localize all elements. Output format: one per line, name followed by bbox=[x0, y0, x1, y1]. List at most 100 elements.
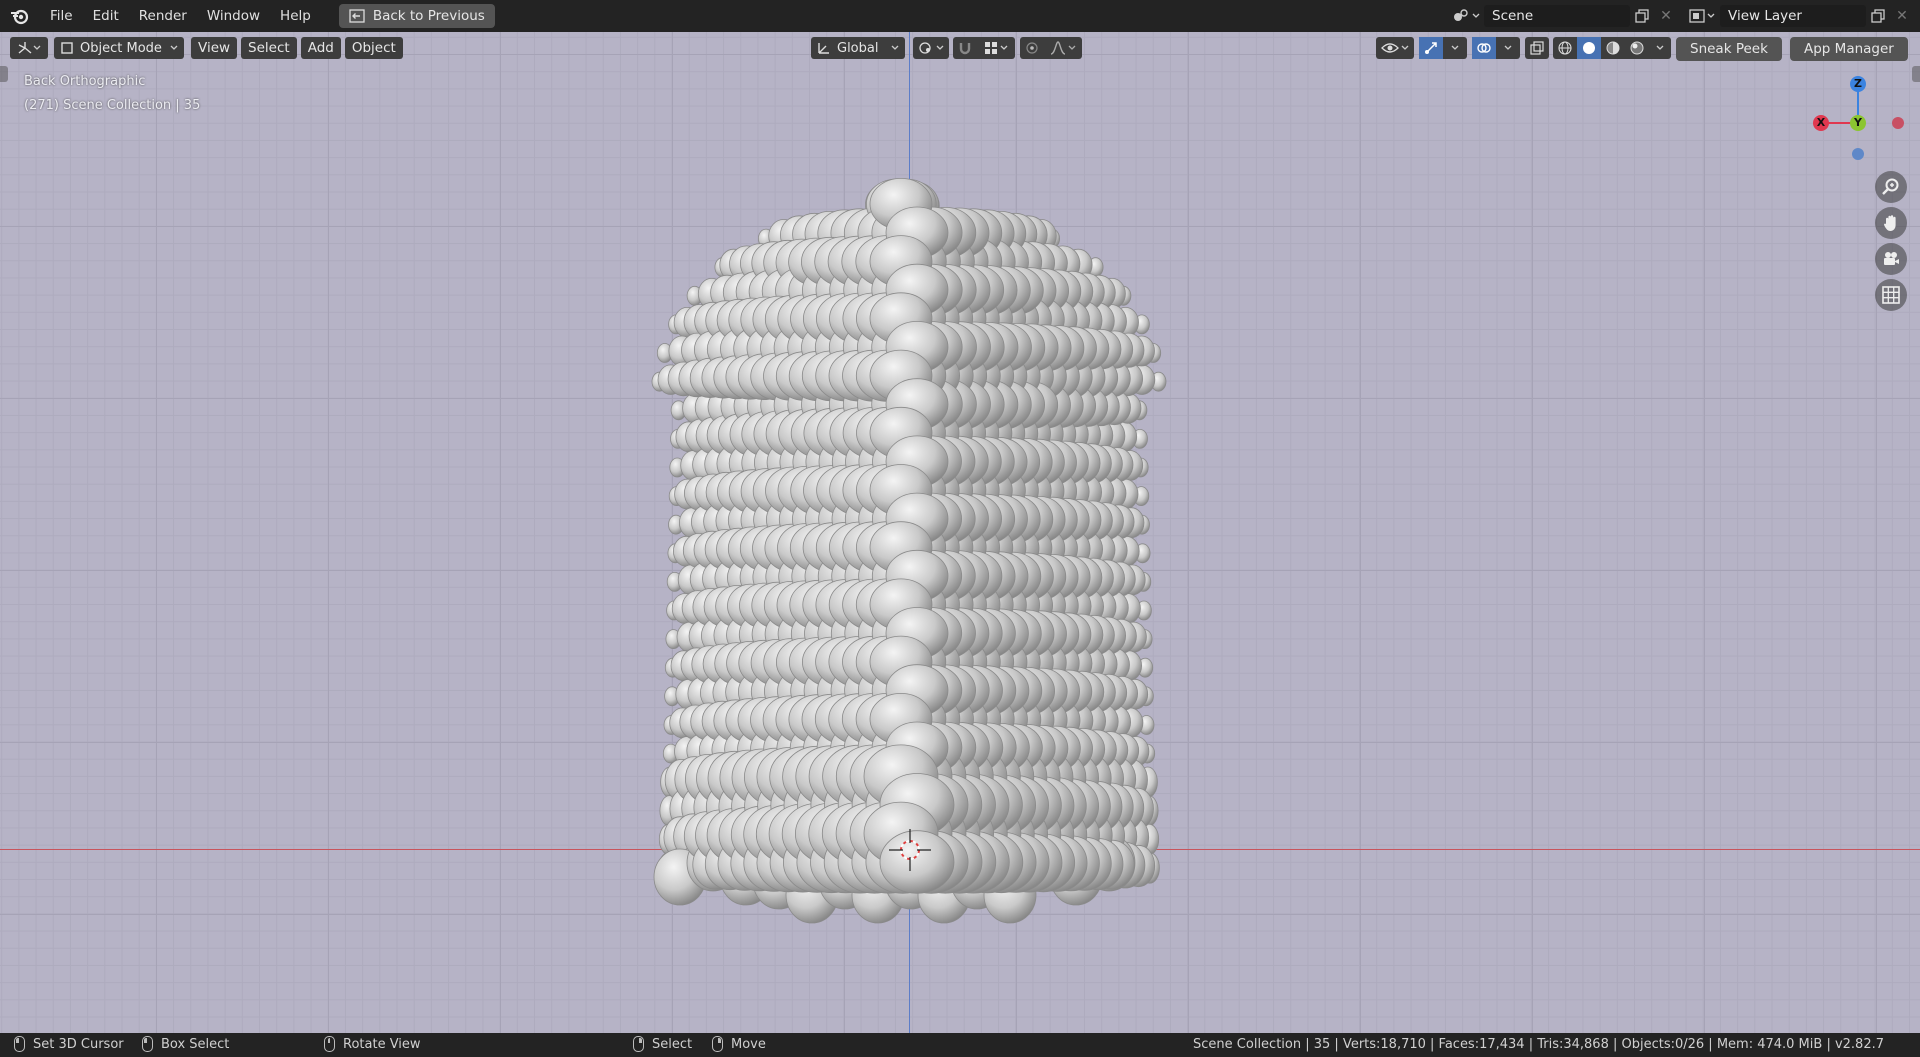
material-sphere-icon bbox=[1606, 41, 1620, 55]
close-icon: ✕ bbox=[1896, 8, 1908, 24]
proportional-edit-group bbox=[1020, 37, 1082, 59]
toggle-ortho-button[interactable] bbox=[1875, 279, 1907, 311]
transform-orientation-dropdown[interactable]: Global bbox=[811, 37, 905, 59]
chevron-down-icon bbox=[1504, 45, 1512, 50]
menu-window[interactable]: Window bbox=[197, 4, 270, 28]
material-preview-button[interactable] bbox=[1601, 37, 1625, 59]
snap-grid-icon bbox=[985, 42, 997, 54]
mode-dropdown[interactable]: Object Mode bbox=[54, 37, 184, 59]
wireframe-shading-button[interactable] bbox=[1553, 37, 1577, 59]
gizmo-y-axis[interactable]: Y bbox=[1850, 115, 1866, 131]
new-view-layer-button[interactable] bbox=[1866, 5, 1890, 27]
chevron-down-icon bbox=[1000, 45, 1008, 50]
shading-group bbox=[1553, 37, 1671, 59]
delete-scene-button[interactable]: ✕ bbox=[1654, 5, 1678, 27]
proportional-edit-icon bbox=[1026, 42, 1038, 54]
pan-view-button[interactable] bbox=[1875, 207, 1907, 239]
scene-selector-dropdown[interactable] bbox=[1448, 4, 1484, 28]
scene-name-field[interactable]: Scene bbox=[1484, 5, 1630, 27]
back-to-previous-label: Back to Previous bbox=[372, 8, 485, 24]
mouse-left-icon bbox=[14, 1036, 25, 1052]
camera-view-button[interactable] bbox=[1875, 243, 1907, 275]
object-menu[interactable]: Object bbox=[344, 37, 403, 59]
wireframe-sphere-icon bbox=[1558, 41, 1572, 55]
gizmo-group bbox=[1419, 37, 1467, 59]
overlay-group bbox=[1472, 37, 1520, 59]
new-scene-button[interactable] bbox=[1630, 5, 1654, 27]
toolbar-region-toggle[interactable] bbox=[0, 66, 8, 82]
menu-render[interactable]: Render bbox=[129, 4, 197, 28]
select-menu[interactable]: Select bbox=[241, 37, 297, 59]
menu-file[interactable]: File bbox=[40, 4, 83, 28]
chevron-down-icon bbox=[1707, 13, 1715, 18]
snap-toggle[interactable] bbox=[953, 37, 977, 59]
solid-shading-button[interactable] bbox=[1577, 37, 1601, 59]
xray-group bbox=[1525, 37, 1549, 59]
viewport-header: Object Mode View Select Add Object Globa… bbox=[0, 32, 1920, 64]
sneak-peek-button[interactable]: Sneak Peek bbox=[1676, 37, 1782, 61]
menu-help[interactable]: Help bbox=[270, 4, 321, 28]
pivot-icon bbox=[919, 42, 931, 54]
mouse-middle-icon bbox=[324, 1036, 335, 1052]
zoom-view-button[interactable] bbox=[1875, 171, 1907, 203]
close-icon: ✕ bbox=[1660, 8, 1672, 24]
chevron-down-icon bbox=[33, 45, 41, 50]
overlay-icon bbox=[1477, 43, 1491, 53]
gizmo-icon bbox=[1425, 42, 1437, 54]
menu-edit[interactable]: Edit bbox=[83, 4, 129, 28]
camera-icon bbox=[1884, 252, 1899, 265]
back-to-previous-button[interactable]: Back to Previous bbox=[338, 4, 495, 28]
gizmo-x-axis[interactable]: X bbox=[1813, 115, 1829, 131]
sidebar-region-toggle[interactable] bbox=[1912, 66, 1920, 82]
orientation-icon bbox=[818, 43, 829, 54]
gizmo-z-axis[interactable]: Z bbox=[1850, 76, 1866, 92]
chevron-down-icon bbox=[1656, 45, 1664, 50]
chevron-down-icon bbox=[1401, 45, 1409, 50]
mouse-drag-icon bbox=[142, 1036, 153, 1052]
rendered-shading-button[interactable] bbox=[1625, 37, 1649, 59]
editor-type-dropdown[interactable] bbox=[10, 37, 48, 59]
chevron-down-icon bbox=[1068, 45, 1076, 50]
add-menu[interactable]: Add bbox=[300, 37, 341, 59]
scene-icon bbox=[1454, 9, 1468, 21]
falloff-dropdown[interactable] bbox=[1044, 37, 1082, 59]
view-layer-name-field[interactable]: View Layer bbox=[1720, 5, 1866, 27]
view-layer-icon bbox=[1689, 9, 1705, 23]
chevron-down-icon bbox=[1451, 45, 1459, 50]
hint-rotate-view: Rotate View bbox=[324, 1036, 421, 1052]
3d-viewport[interactable]: Object Mode View Select Add Object Globa… bbox=[0, 32, 1920, 1033]
hint-box-select: Box Select bbox=[142, 1036, 229, 1052]
status-bar: Set 3D Cursor Box Select Rotate View Sel… bbox=[0, 1033, 1920, 1057]
3d-cursor-icon[interactable] bbox=[887, 827, 933, 873]
gizmo-dropdown[interactable] bbox=[1443, 37, 1467, 59]
solid-sphere-icon bbox=[1583, 42, 1595, 54]
copy-icon bbox=[1871, 9, 1885, 23]
hint-box-select-label: Box Select bbox=[161, 1036, 230, 1052]
mode-label: Object Mode bbox=[80, 40, 162, 56]
delete-view-layer-button[interactable]: ✕ bbox=[1890, 5, 1914, 27]
back-arrow-icon bbox=[349, 9, 365, 23]
xray-toggle[interactable] bbox=[1525, 37, 1549, 59]
view-layer-selector-dropdown[interactable] bbox=[1684, 4, 1720, 28]
overlays-toggle[interactable] bbox=[1472, 37, 1496, 59]
view-menu[interactable]: View bbox=[191, 37, 238, 59]
visibility-dropdown[interactable] bbox=[1376, 37, 1414, 59]
hint-select: Select bbox=[633, 1036, 692, 1052]
snap-group bbox=[953, 37, 1015, 59]
navigation-gizmo[interactable]: Z X Y bbox=[1810, 70, 1910, 170]
falloff-curve-icon bbox=[1050, 41, 1066, 55]
gizmo-toggle[interactable] bbox=[1419, 37, 1443, 59]
top-bar: File Edit Render Window Help Back to Pre… bbox=[0, 0, 1920, 32]
hint-move: Move bbox=[712, 1036, 766, 1052]
copy-icon bbox=[1635, 9, 1649, 23]
proportional-edit-toggle[interactable] bbox=[1020, 37, 1044, 59]
hint-set-cursor-label: Set 3D Cursor bbox=[33, 1036, 124, 1052]
grid-icon bbox=[1882, 286, 1900, 304]
shading-dropdown[interactable] bbox=[1649, 37, 1671, 59]
app-manager-button[interactable]: App Manager bbox=[1790, 37, 1908, 61]
pivot-point-dropdown[interactable] bbox=[913, 37, 949, 59]
blender-logo-icon[interactable] bbox=[0, 0, 40, 32]
overlays-dropdown[interactable] bbox=[1496, 37, 1520, 59]
mouse-right-icon bbox=[633, 1036, 644, 1052]
snap-element-dropdown[interactable] bbox=[977, 37, 1015, 59]
